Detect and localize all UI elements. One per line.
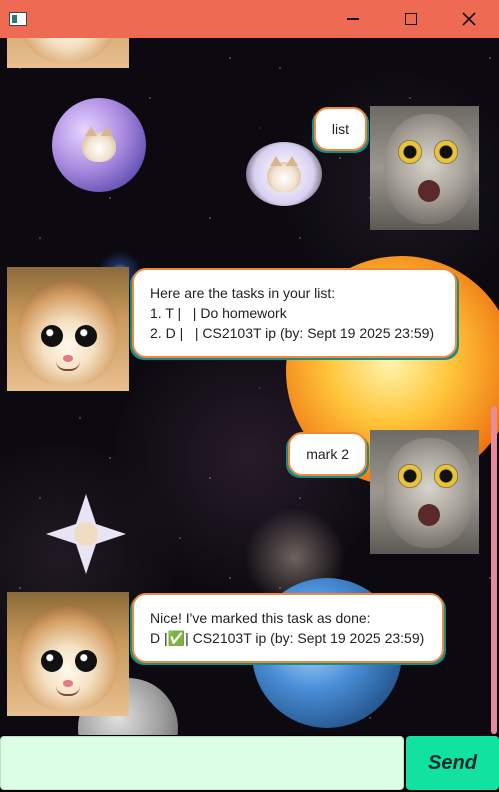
title-bar	[0, 0, 499, 38]
background-planet	[52, 98, 146, 192]
bot-message-line: Here are the tasks in your list:	[150, 285, 336, 301]
message-input[interactable]	[0, 736, 404, 790]
background-cat-face	[82, 126, 116, 162]
user-message-bubble: mark 2	[288, 432, 367, 476]
minimize-icon	[347, 18, 359, 20]
bot-message-bubble: Here are the tasks in your list: 1. T | …	[132, 268, 457, 358]
user-message-bubble: list	[313, 107, 367, 151]
input-row: Send	[0, 735, 499, 792]
bot-avatar-scrolled	[7, 38, 129, 68]
app-icon	[9, 12, 27, 26]
background-cat-face	[267, 156, 301, 192]
close-icon	[462, 12, 476, 26]
background-star	[46, 494, 126, 574]
user-avatar	[370, 430, 479, 554]
bot-message-line: 1. T | | Do homework	[150, 305, 287, 321]
bot-message-line: D |✅| CS2103T ip (by: Sept 19 2025 23:59…	[150, 630, 425, 646]
background-cloud	[246, 142, 322, 206]
maximize-button[interactable]	[388, 0, 434, 38]
minimize-button[interactable]	[330, 0, 376, 38]
user-message-text: list	[331, 121, 349, 137]
bot-message-bubble: Nice! I've marked this task as done: D |…	[132, 593, 444, 663]
bot-avatar	[7, 592, 129, 716]
user-avatar	[370, 106, 479, 230]
scrollbar[interactable]	[491, 406, 497, 734]
maximize-icon	[405, 13, 417, 25]
bot-message-line: Nice! I've marked this task as done:	[150, 610, 371, 626]
bot-message-line: 2. D | | CS2103T ip (by: Sept 19 2025 23…	[150, 325, 435, 341]
bot-avatar	[7, 267, 129, 391]
dialog-container[interactable]: list Here are the tasks in your list: 1.…	[0, 38, 499, 735]
close-button[interactable]	[446, 0, 492, 38]
user-message-text: mark 2	[306, 446, 349, 462]
send-button[interactable]: Send	[406, 736, 499, 790]
